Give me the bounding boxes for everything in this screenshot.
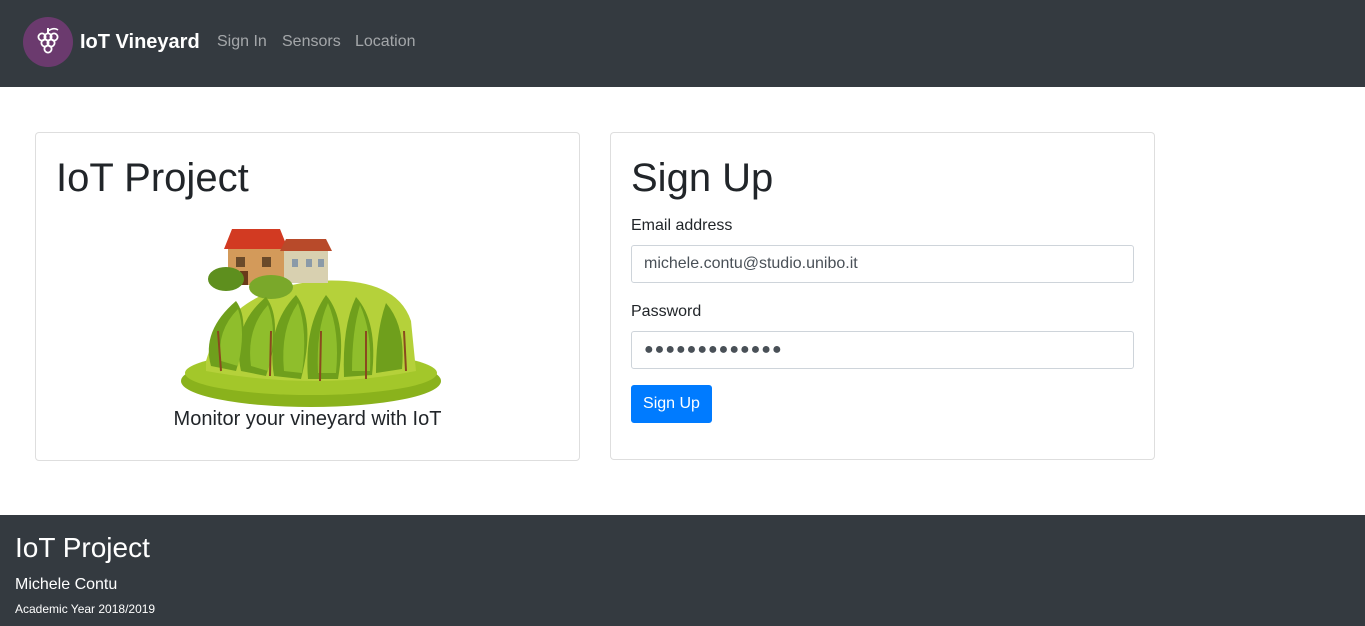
signup-title: Sign Up <box>631 156 774 200</box>
email-label: Email address <box>631 217 733 234</box>
password-label: Password <box>631 303 702 320</box>
top-navbar: IoT Vineyard Sign In Sensors Location <box>0 0 1365 87</box>
nav-link-sensors[interactable]: Sensors <box>282 32 341 52</box>
nav-link-location[interactable]: Location <box>355 32 416 52</box>
email-field[interactable]: michele.contu@studio.unibo.it <box>631 245 1134 283</box>
footer-title: IoT Project <box>15 532 150 563</box>
vineyard-illustration <box>181 229 441 407</box>
project-title: IoT Project <box>56 156 249 200</box>
password-field[interactable]: ●●●●●●●●●●●●● <box>631 331 1134 369</box>
sign-up-button[interactable]: Sign Up <box>631 385 712 423</box>
footer-author: Michele Contu <box>15 576 118 593</box>
project-card: IoT Project Monitor your vineyard with I… <box>35 132 580 461</box>
project-tagline: Monitor your vineyard with IoT <box>173 408 442 430</box>
footer-academic-year: Academic Year 2018/2019 <box>15 602 156 616</box>
signup-card: Sign Up Email address michele.contu@stud… <box>610 132 1155 460</box>
nav-link-sign-in[interactable]: Sign In <box>217 32 267 52</box>
footer: IoT Project Michele Contu Academic Year … <box>0 515 1365 626</box>
brand-name[interactable]: IoT Vineyard <box>80 30 200 54</box>
grape-icon[interactable] <box>23 17 73 67</box>
